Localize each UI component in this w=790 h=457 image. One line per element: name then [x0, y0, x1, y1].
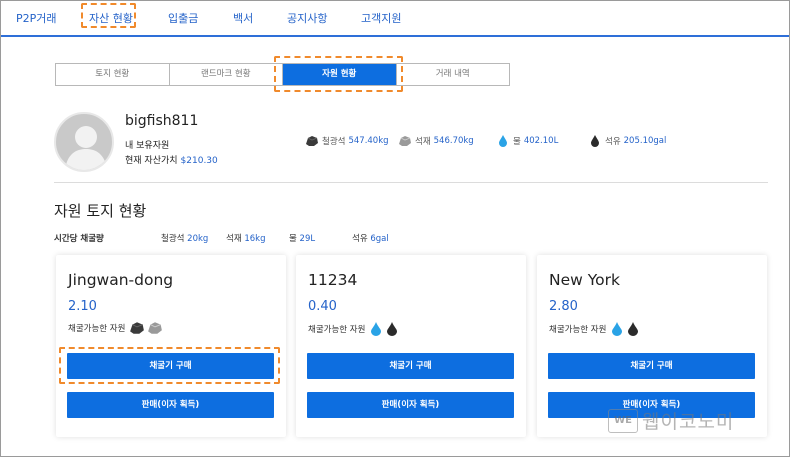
- land-name: 11234: [308, 271, 358, 289]
- rate-oil: 석유 6gal: [352, 234, 389, 244]
- water-drop-icon: [371, 322, 382, 336]
- asset-value-row: 현재 자산가치 $210.30: [125, 153, 218, 166]
- stone-icon: [148, 322, 163, 334]
- tab-landmark-status[interactable]: 랜드마크 현황: [169, 64, 283, 85]
- resource-oil: 석유 205.10gal: [588, 135, 666, 147]
- asset-value-label: 현재 자산가치: [125, 156, 178, 166]
- buy-miner-button[interactable]: 채굴기 구매: [307, 353, 514, 379]
- avatar: [54, 112, 114, 172]
- land-name: New York: [549, 271, 620, 289]
- stone-icon: [398, 135, 412, 147]
- resource-iron-ore: 철광석 547.40kg: [305, 135, 389, 147]
- iron-ore-icon: [305, 135, 319, 147]
- hourly-rate-label: 시간당 채굴량: [54, 234, 104, 244]
- rate-stone: 석재 16kg: [226, 234, 266, 244]
- sub-tabs: 토지 현황 랜드마크 현황 자원 현황 거래 내역: [55, 63, 510, 86]
- land-rate: 2.10: [68, 299, 97, 314]
- asset-value: $210.30: [180, 156, 218, 166]
- oil-drop-icon: [588, 135, 602, 147]
- iron-ore-icon: [130, 322, 145, 334]
- rate-iron-ore: 철광석 20kg: [161, 234, 209, 244]
- nav-asset-status[interactable]: 자산 현황: [89, 10, 133, 26]
- watermark-text: 웹이코노미: [642, 411, 735, 433]
- land-name: Jingwan-dong: [68, 271, 174, 289]
- nav-p2p-trade[interactable]: P2P거래: [16, 10, 57, 26]
- land-rate: 0.40: [308, 299, 337, 314]
- tab-land-status[interactable]: 토지 현황: [56, 64, 170, 85]
- rate-water: 물 29L: [289, 234, 316, 244]
- buy-miner-button[interactable]: 채굴기 구매: [67, 353, 274, 379]
- minable-resources: 채굴가능한 자원: [308, 321, 399, 337]
- water-drop-icon: [612, 322, 623, 336]
- tab-trade-history[interactable]: 거래 내역: [396, 64, 509, 85]
- land-card: 11234 0.40 채굴가능한 자원 채굴기 구매 판매(이자 획득): [296, 255, 526, 437]
- nav-notice[interactable]: 공지사항: [287, 10, 327, 26]
- buy-miner-button[interactable]: 채굴기 구매: [548, 353, 755, 379]
- resource-water: 물 402.10L: [496, 135, 558, 147]
- water-drop-icon: [496, 135, 510, 147]
- top-nav: P2P거래 자산 현황 입출금 백서 공지사항 고객지원: [1, 1, 789, 37]
- sell-button[interactable]: 판매(이자 획득): [307, 392, 514, 418]
- nav-deposit-withdraw[interactable]: 입출금: [168, 10, 198, 26]
- sell-button[interactable]: 판매(이자 획득): [67, 392, 274, 418]
- divider: [54, 182, 768, 183]
- land-rate: 2.80: [549, 299, 578, 314]
- watermark: WE 웹이코노미: [608, 407, 734, 434]
- minable-resources: 채굴가능한 자원: [68, 321, 163, 335]
- username: bigfish811: [125, 113, 199, 129]
- nav-customer-support[interactable]: 고객지원: [361, 10, 401, 26]
- resource-stone: 석재 546.70kg: [398, 135, 474, 147]
- oil-drop-icon: [387, 322, 398, 336]
- holdings-label: 내 보유자원: [125, 141, 170, 151]
- watermark-logo: WE: [608, 408, 638, 433]
- nav-whitepaper[interactable]: 백서: [233, 10, 253, 26]
- section-title: 자원 토지 현황: [54, 202, 147, 220]
- tab-resource-status[interactable]: 자원 현황: [283, 64, 397, 85]
- minable-resources: 채굴가능한 자원: [549, 321, 640, 337]
- land-card: Jingwan-dong 2.10 채굴가능한 자원 채굴기 구매 판매(이자 …: [56, 255, 286, 437]
- oil-drop-icon: [628, 322, 639, 336]
